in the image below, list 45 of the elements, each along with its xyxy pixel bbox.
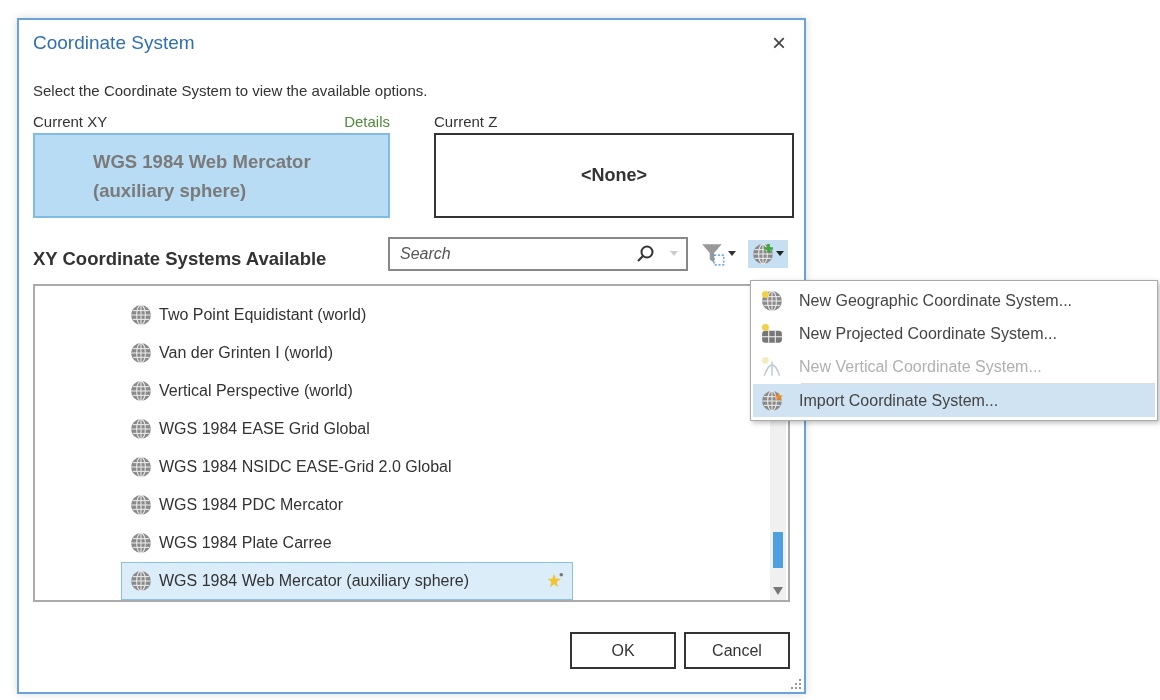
- menu-item[interactable]: Import Coordinate System...: [753, 384, 1155, 417]
- scroll-down-arrow-icon[interactable]: [772, 586, 784, 596]
- coordinate-system-item[interactable]: Two Point Equidistant (world): [121, 296, 573, 334]
- globe-icon: [130, 342, 152, 364]
- coordinate-system-item[interactable]: WGS 1984 Web Mercator (auxiliary sphere): [121, 562, 573, 600]
- globe-icon: [130, 532, 152, 554]
- section-heading: XY Coordinate Systems Available: [33, 247, 328, 270]
- field-label: Current Z: [434, 113, 498, 132]
- globe-icon: [130, 494, 152, 516]
- dialog-button[interactable]: OK: [570, 632, 676, 669]
- menu-item[interactable]: New Geographic Coordinate System...: [753, 284, 1155, 317]
- search-field[interactable]: Search: [388, 237, 688, 271]
- globe-icon: [761, 389, 783, 412]
- coordinate-system-item[interactable]: WGS 1984 EASE Grid Global: [121, 410, 573, 448]
- caret-icon: [670, 251, 678, 257]
- coordinate-system-item[interactable]: WGS 1984 NSIDC EASE-Grid 2.0 Global: [121, 448, 573, 486]
- menu-item[interactable]: New Projected Coordinate System...: [753, 317, 1155, 350]
- instruction-text: Select the Coordinate System to view the available options.: [33, 82, 429, 99]
- current-z-box: <None>: [434, 133, 794, 218]
- coordinate-system-item[interactable]: Vertical Perspective (world): [121, 372, 573, 410]
- globe-icon: [130, 456, 152, 478]
- globe-icon: [130, 418, 152, 440]
- scrollbar-thumb[interactable]: [773, 532, 783, 568]
- caret-icon: [776, 251, 784, 257]
- details-link[interactable]: Details: [344, 113, 390, 133]
- filter-icon: [700, 241, 726, 267]
- search-icon: [636, 244, 656, 264]
- dialog-button[interactable]: Cancel: [684, 632, 790, 669]
- coordinate-system-item[interactable]: WGS 1984 Plate Carree: [121, 524, 573, 562]
- grid-icon: [761, 322, 783, 345]
- globe-icon: [130, 380, 152, 402]
- globe-icon: [130, 304, 152, 326]
- globe-icon: [130, 570, 152, 592]
- resize-grip-icon[interactable]: [790, 678, 802, 690]
- coordinate-system-item[interactable]: WGS 1984 PDC Mercator: [121, 486, 573, 524]
- globe-icon: [752, 243, 774, 265]
- coordinate-system-item[interactable]: Van der Grinten I (world): [121, 334, 573, 372]
- globe-icon: [761, 289, 783, 312]
- window-title: Coordinate System: [33, 32, 195, 54]
- field-label: Current XY: [33, 113, 108, 132]
- add-coordinate-system-button[interactable]: [748, 240, 788, 268]
- current-xy-box: WGS 1984 Web Mercator (auxiliary sphere): [33, 133, 390, 218]
- caret-icon: [728, 251, 736, 257]
- vertical-axis-icon: [761, 355, 783, 378]
- close-button[interactable]: ×: [768, 29, 790, 57]
